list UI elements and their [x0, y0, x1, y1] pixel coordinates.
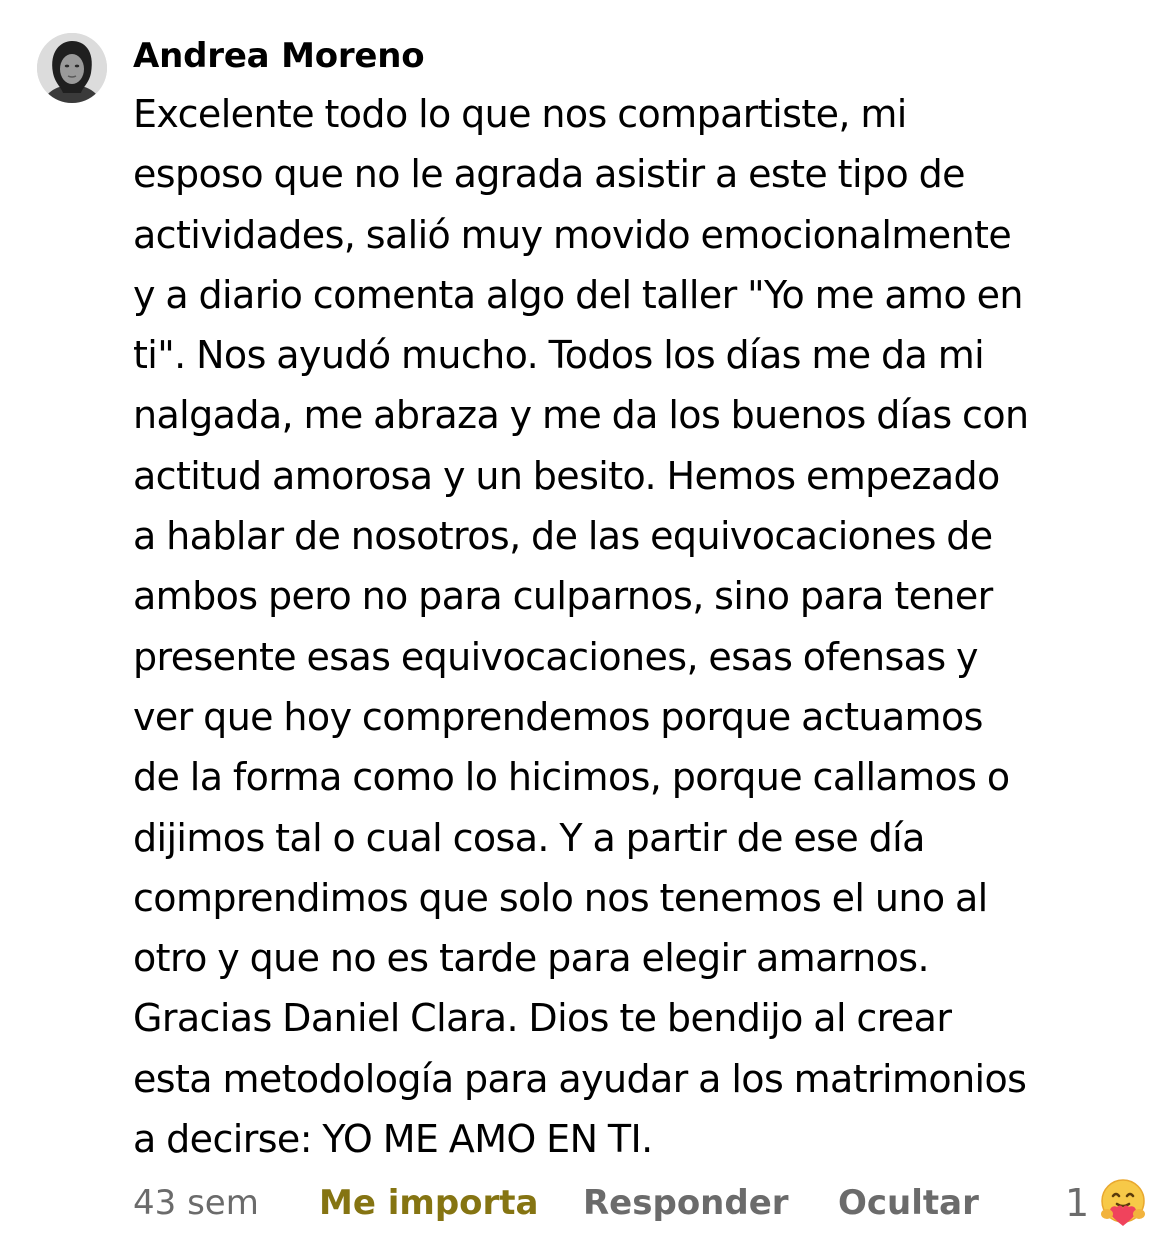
comment-text-line: ti". Nos ayudó mucho. Todos los días me …	[133, 333, 985, 378]
comment-text-line: a hablar de nosotros, de las equivocacio…	[133, 514, 993, 559]
comment-text-line: ver que hoy comprendemos porque actuamos	[133, 694, 983, 739]
comment-author[interactable]: Andrea Moreno	[133, 34, 425, 78]
comment-text-line: esta metodología para ayudar a los matri…	[133, 1056, 1027, 1101]
comment-text-line: otro y que no es tarde para elegir amarn…	[133, 936, 930, 981]
comment-text-line: esposo que no le agrada asistir a este t…	[133, 152, 965, 197]
hide-button[interactable]: Ocultar	[838, 1176, 979, 1230]
comment-actions: 43 sem Me importa Responder Ocultar 1	[133, 1176, 1163, 1230]
comment-text-line: actitud amorosa y un besito. Hemos empez…	[133, 453, 1000, 498]
user-avatar-photo-icon	[37, 33, 107, 103]
comment-text-line: Excelente todo lo que nos compartiste, m…	[133, 92, 907, 136]
comment-text-line: y a diario comenta algo del taller "Yo m…	[133, 272, 1023, 317]
comment-text-line: nalgada, me abraza y me da los buenos dí…	[133, 393, 1029, 438]
comment-text-line: actividades, salió muy movido emocionalm…	[133, 212, 1012, 257]
like-button[interactable]: Me importa	[319, 1176, 538, 1230]
comment-text-line: de la forma como lo hicimos, porque call…	[133, 755, 1010, 800]
comment-text-line: presente esas equivocaciones, esas ofens…	[133, 634, 979, 679]
comment-text-line: dijimos tal o cual cosa. Y a partir de e…	[133, 815, 925, 860]
comment-text-line: comprendimos que solo nos tenemos el uno…	[133, 875, 988, 920]
care-reaction-icon[interactable]	[1096, 1176, 1150, 1230]
reply-button[interactable]: Responder	[583, 1176, 789, 1230]
reaction-count[interactable]: 1	[1065, 1176, 1089, 1230]
comment-text-line: ambos pero no para culparnos, sino para …	[133, 574, 993, 619]
comment-timestamp[interactable]: 43 sem	[133, 1176, 259, 1230]
comment-text-line: Gracias Daniel Clara. Dios te bendijo al…	[133, 996, 952, 1041]
avatar[interactable]	[37, 33, 107, 103]
comment-text: Excelente todo lo que nos compartiste, m…	[133, 84, 1143, 1169]
comment-text-line: a decirse: YO ME AMO EN TI.	[133, 1117, 653, 1162]
